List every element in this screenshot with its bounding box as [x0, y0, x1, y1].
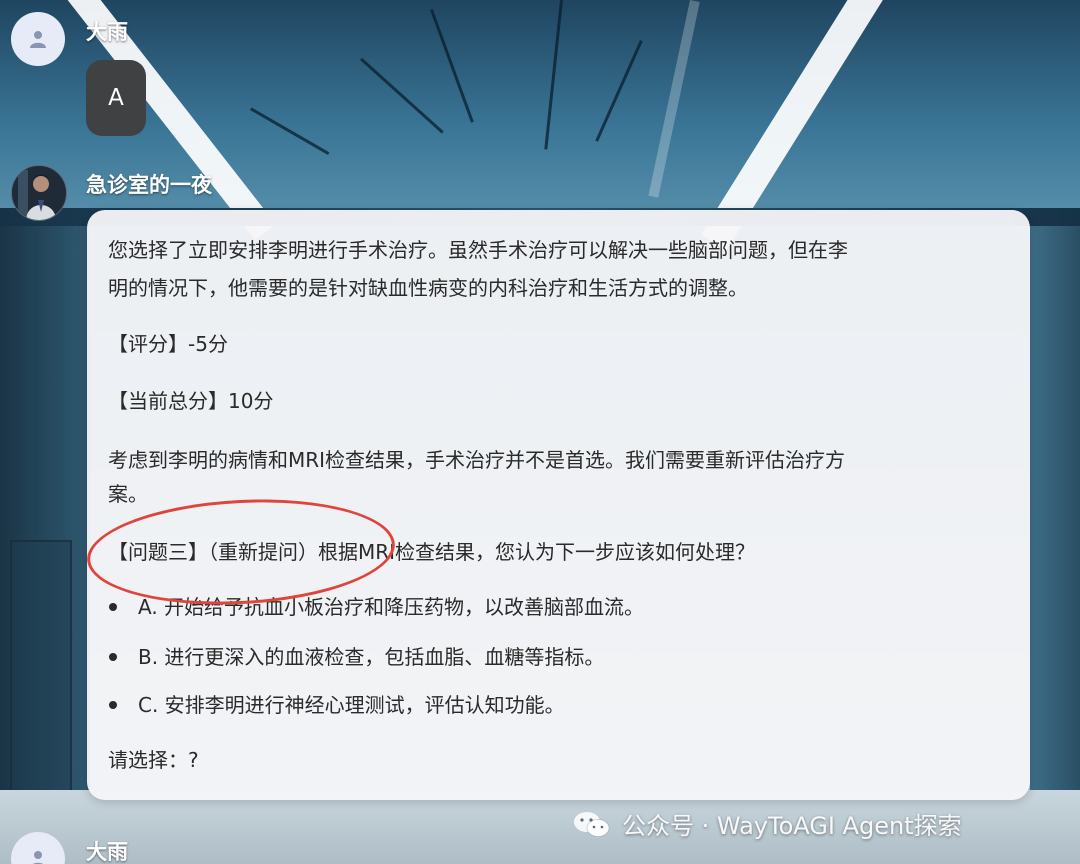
watermark-text: 公众号 · WayToAGI Agent探索 — [622, 812, 962, 840]
message-text: 案。 — [108, 482, 148, 506]
prompt-text: 请选择：? — [108, 748, 199, 772]
option-c[interactable]: C. 安排李明进行神经心理测试，评估认知功能。 — [138, 691, 565, 719]
person-icon — [30, 31, 46, 48]
user-message-bubble: A — [86, 60, 146, 136]
message-text: 考虑到李明的病情和MRI检查结果，手术治疗并不是首选。我们需要重新评估治疗方 — [108, 448, 846, 472]
bullet-icon — [109, 701, 117, 709]
character-portrait — [12, 166, 66, 220]
person-icon — [32, 851, 44, 864]
door — [10, 540, 72, 794]
bullet-icon — [109, 653, 117, 661]
wechat-icon — [572, 810, 612, 838]
option-a[interactable]: A. 开始给予抗血小板治疗和降压药物，以改善脑部血流。 — [138, 593, 644, 621]
score-text: 【评分】-5分 — [108, 332, 228, 356]
bot-name: 急诊室的一夜 — [86, 173, 212, 197]
question-text: 【问题三】（重新提问）根据MRI检查结果，您认为下一步应该如何处理？ — [108, 540, 756, 564]
total-score-text: 【当前总分】10分 — [108, 389, 274, 413]
message-text: 您选择了立即安排李明进行手术治疗。虽然手术治疗可以解决一些脑部问题，但在李 — [108, 238, 848, 262]
bot-message-card: 您选择了立即安排李明进行手术治疗。虽然手术治疗可以解决一些脑部问题，但在李 明的… — [87, 210, 1030, 800]
user-name: 大雨 — [86, 20, 128, 44]
user-name: 大雨 — [86, 840, 128, 864]
right-wall — [1030, 226, 1080, 864]
bot-avatar[interactable] — [11, 165, 67, 221]
watermark: 公众号 · WayToAGI Agent探索 — [572, 806, 962, 841]
user-avatar[interactable] — [11, 12, 65, 66]
bullet-icon — [109, 603, 117, 611]
option-b[interactable]: B. 进行更深入的血液检查，包括血脂、血糖等指标。 — [138, 643, 604, 671]
message-text: 明的情况下，他需要的是针对缺血性病变的内科治疗和生活方式的调整。 — [108, 276, 748, 300]
